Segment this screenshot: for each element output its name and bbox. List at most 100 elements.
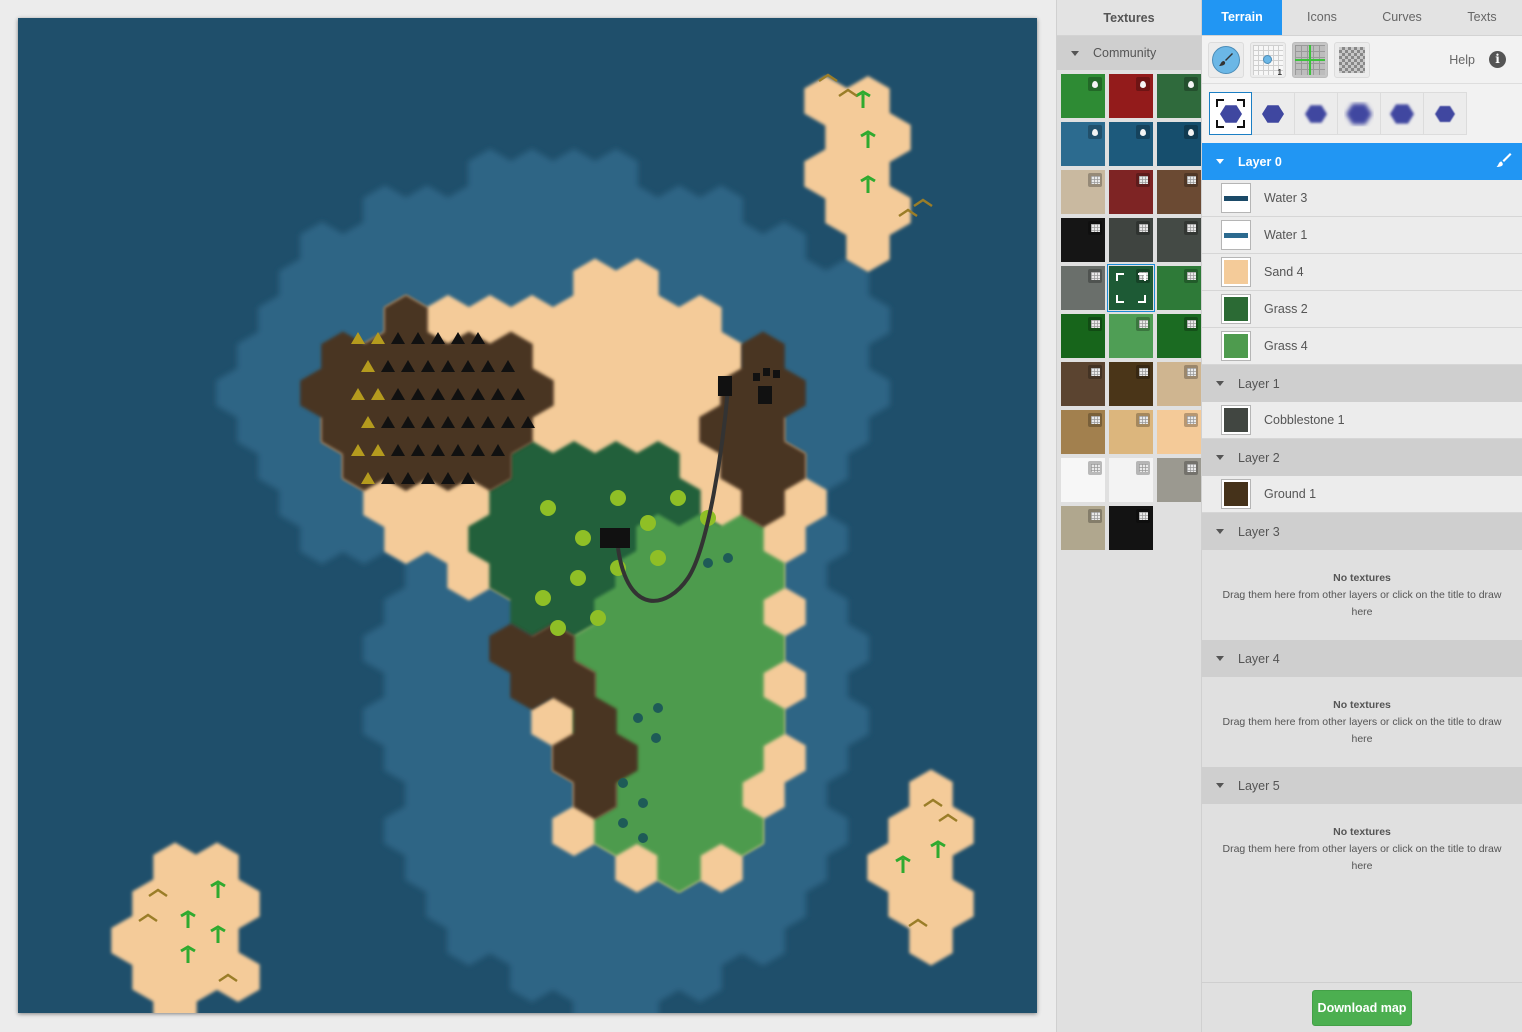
tile-pattern-icon — [1184, 413, 1198, 427]
castle-icon — [600, 528, 630, 548]
layer-header[interactable]: Layer 0 — [1202, 143, 1522, 180]
terrain-panel: Terrain Icons Curves Texts 1 Help i Laye… — [1202, 0, 1522, 1032]
transparency-button[interactable] — [1334, 41, 1370, 78]
texture-swatch[interactable] — [1061, 170, 1105, 214]
brush-shape-hex-blur[interactable] — [1338, 92, 1381, 135]
texture-swatch[interactable] — [1061, 122, 1105, 166]
texture-swatch[interactable] — [1061, 410, 1105, 454]
brush-shape-hex-rough[interactable] — [1381, 92, 1424, 135]
texture-swatch[interactable] — [1157, 74, 1201, 118]
bush-icon — [723, 553, 733, 563]
layer-header[interactable]: Layer 2 — [1202, 439, 1522, 476]
layer-texture-item[interactable]: Cobblestone 1 — [1202, 402, 1522, 439]
hex-map[interactable] — [18, 18, 1037, 1013]
empty-layer-hint: Drag them here from other layers or clic… — [1222, 715, 1502, 745]
texture-swatch[interactable] — [1109, 506, 1153, 550]
layer-texture-item[interactable]: Sand 4 — [1202, 254, 1522, 291]
texture-swatch[interactable] — [1109, 122, 1153, 166]
texture-color — [1224, 408, 1248, 432]
texture-swatch[interactable] — [1157, 458, 1201, 502]
download-map-button[interactable]: Download map — [1312, 989, 1412, 1026]
texture-swatch[interactable] — [1061, 266, 1105, 310]
tile-pattern-icon — [1136, 413, 1150, 427]
layer-texture-item[interactable]: Ground 1 — [1202, 476, 1522, 513]
brush-shape-hex-soft[interactable] — [1295, 92, 1338, 135]
tree-icon — [550, 620, 566, 636]
texture-swatch[interactable] — [1109, 458, 1153, 502]
snap-to-grid-button[interactable]: 1 — [1250, 41, 1286, 78]
texture-swatch[interactable] — [1109, 218, 1153, 262]
texture-swatch[interactable] — [1157, 170, 1201, 214]
texture-swatch[interactable] — [1061, 506, 1105, 550]
layer-name: Layer 0 — [1238, 154, 1282, 169]
texture-swatch[interactable] — [1157, 218, 1201, 262]
texture-swatch[interactable] — [1157, 362, 1201, 406]
tile-pattern-icon — [1184, 173, 1198, 187]
selection-corner — [1138, 273, 1146, 281]
grid-icon — [1295, 44, 1325, 75]
texture-swatch[interactable] — [1061, 218, 1105, 262]
texture-thumbnail — [1221, 220, 1251, 250]
layer-header[interactable]: Layer 5 — [1202, 767, 1522, 804]
texture-swatch[interactable] — [1109, 74, 1153, 118]
brush-shape-hex-round[interactable] — [1424, 92, 1467, 135]
layer-header[interactable]: Layer 3 — [1202, 513, 1522, 550]
brush-shape-hex-sharp-selected[interactable] — [1209, 92, 1252, 135]
texture-swatch[interactable] — [1061, 74, 1105, 118]
tile-pattern-icon — [1184, 461, 1198, 475]
texture-name: Water 3 — [1264, 191, 1308, 205]
layer-texture-item[interactable]: Grass 2 — [1202, 291, 1522, 328]
brush-shape-hex-sharp[interactable] — [1252, 92, 1295, 135]
layer-texture-item[interactable]: Grass 4 — [1202, 328, 1522, 365]
bush-icon — [638, 833, 648, 843]
water-drop-icon — [1184, 125, 1198, 139]
texture-swatch[interactable] — [1061, 458, 1105, 502]
texture-swatch[interactable] — [1107, 264, 1155, 312]
map-canvas[interactable] — [18, 18, 1037, 1013]
water-drop-icon — [1088, 77, 1102, 91]
paintbrush-icon[interactable] — [1496, 152, 1512, 171]
texture-name: Sand 4 — [1264, 265, 1304, 279]
tab-icons[interactable]: Icons — [1282, 0, 1362, 35]
selection-corner — [1116, 273, 1124, 281]
tab-texts[interactable]: Texts — [1442, 0, 1522, 35]
texture-swatch[interactable] — [1061, 362, 1105, 406]
show-grid-toggle[interactable] — [1292, 41, 1328, 78]
layer-name: Layer 1 — [1238, 376, 1280, 391]
texture-swatch[interactable] — [1109, 362, 1153, 406]
paint-brush-button[interactable] — [1208, 41, 1244, 78]
layer-header[interactable]: Layer 4 — [1202, 640, 1522, 677]
water-drop-icon — [1088, 125, 1102, 139]
texture-color — [1224, 334, 1248, 358]
tile-pattern-icon — [1088, 461, 1102, 475]
texture-swatch[interactable] — [1109, 170, 1153, 214]
texture-swatch[interactable] — [1157, 122, 1201, 166]
info-icon[interactable]: i — [1489, 51, 1506, 68]
texture-group-header[interactable]: Community — [1057, 36, 1201, 70]
layer-name: Layer 4 — [1238, 651, 1280, 666]
texture-swatch[interactable] — [1109, 410, 1153, 454]
tree-icon — [590, 610, 606, 626]
layer-texture-item[interactable]: Water 3 — [1202, 180, 1522, 217]
texture-swatch[interactable] — [1157, 410, 1201, 454]
texture-swatch[interactable] — [1109, 314, 1153, 358]
texture-swatch[interactable] — [1157, 314, 1201, 358]
texture-swatch[interactable] — [1157, 266, 1201, 310]
layer-header[interactable]: Layer 1 — [1202, 365, 1522, 402]
layer-texture-item[interactable]: Water 1 — [1202, 217, 1522, 254]
empty-layer-title: No textures — [1333, 698, 1391, 711]
selection-corner — [1116, 295, 1124, 303]
tab-curves[interactable]: Curves — [1362, 0, 1442, 35]
texture-thumbnail — [1221, 331, 1251, 361]
tree-icon — [670, 490, 686, 506]
tree-icon — [535, 590, 551, 606]
bush-icon — [651, 733, 661, 743]
help-link[interactable]: Help — [1449, 53, 1475, 67]
empty-layer-title: No textures — [1333, 825, 1391, 838]
tile-pattern-icon — [1088, 365, 1102, 379]
tab-terrain[interactable]: Terrain — [1202, 0, 1282, 35]
tile-pattern-icon — [1184, 365, 1198, 379]
caret-down-icon — [1216, 381, 1224, 386]
texture-swatch[interactable] — [1061, 314, 1105, 358]
caret-down-icon — [1216, 656, 1224, 661]
